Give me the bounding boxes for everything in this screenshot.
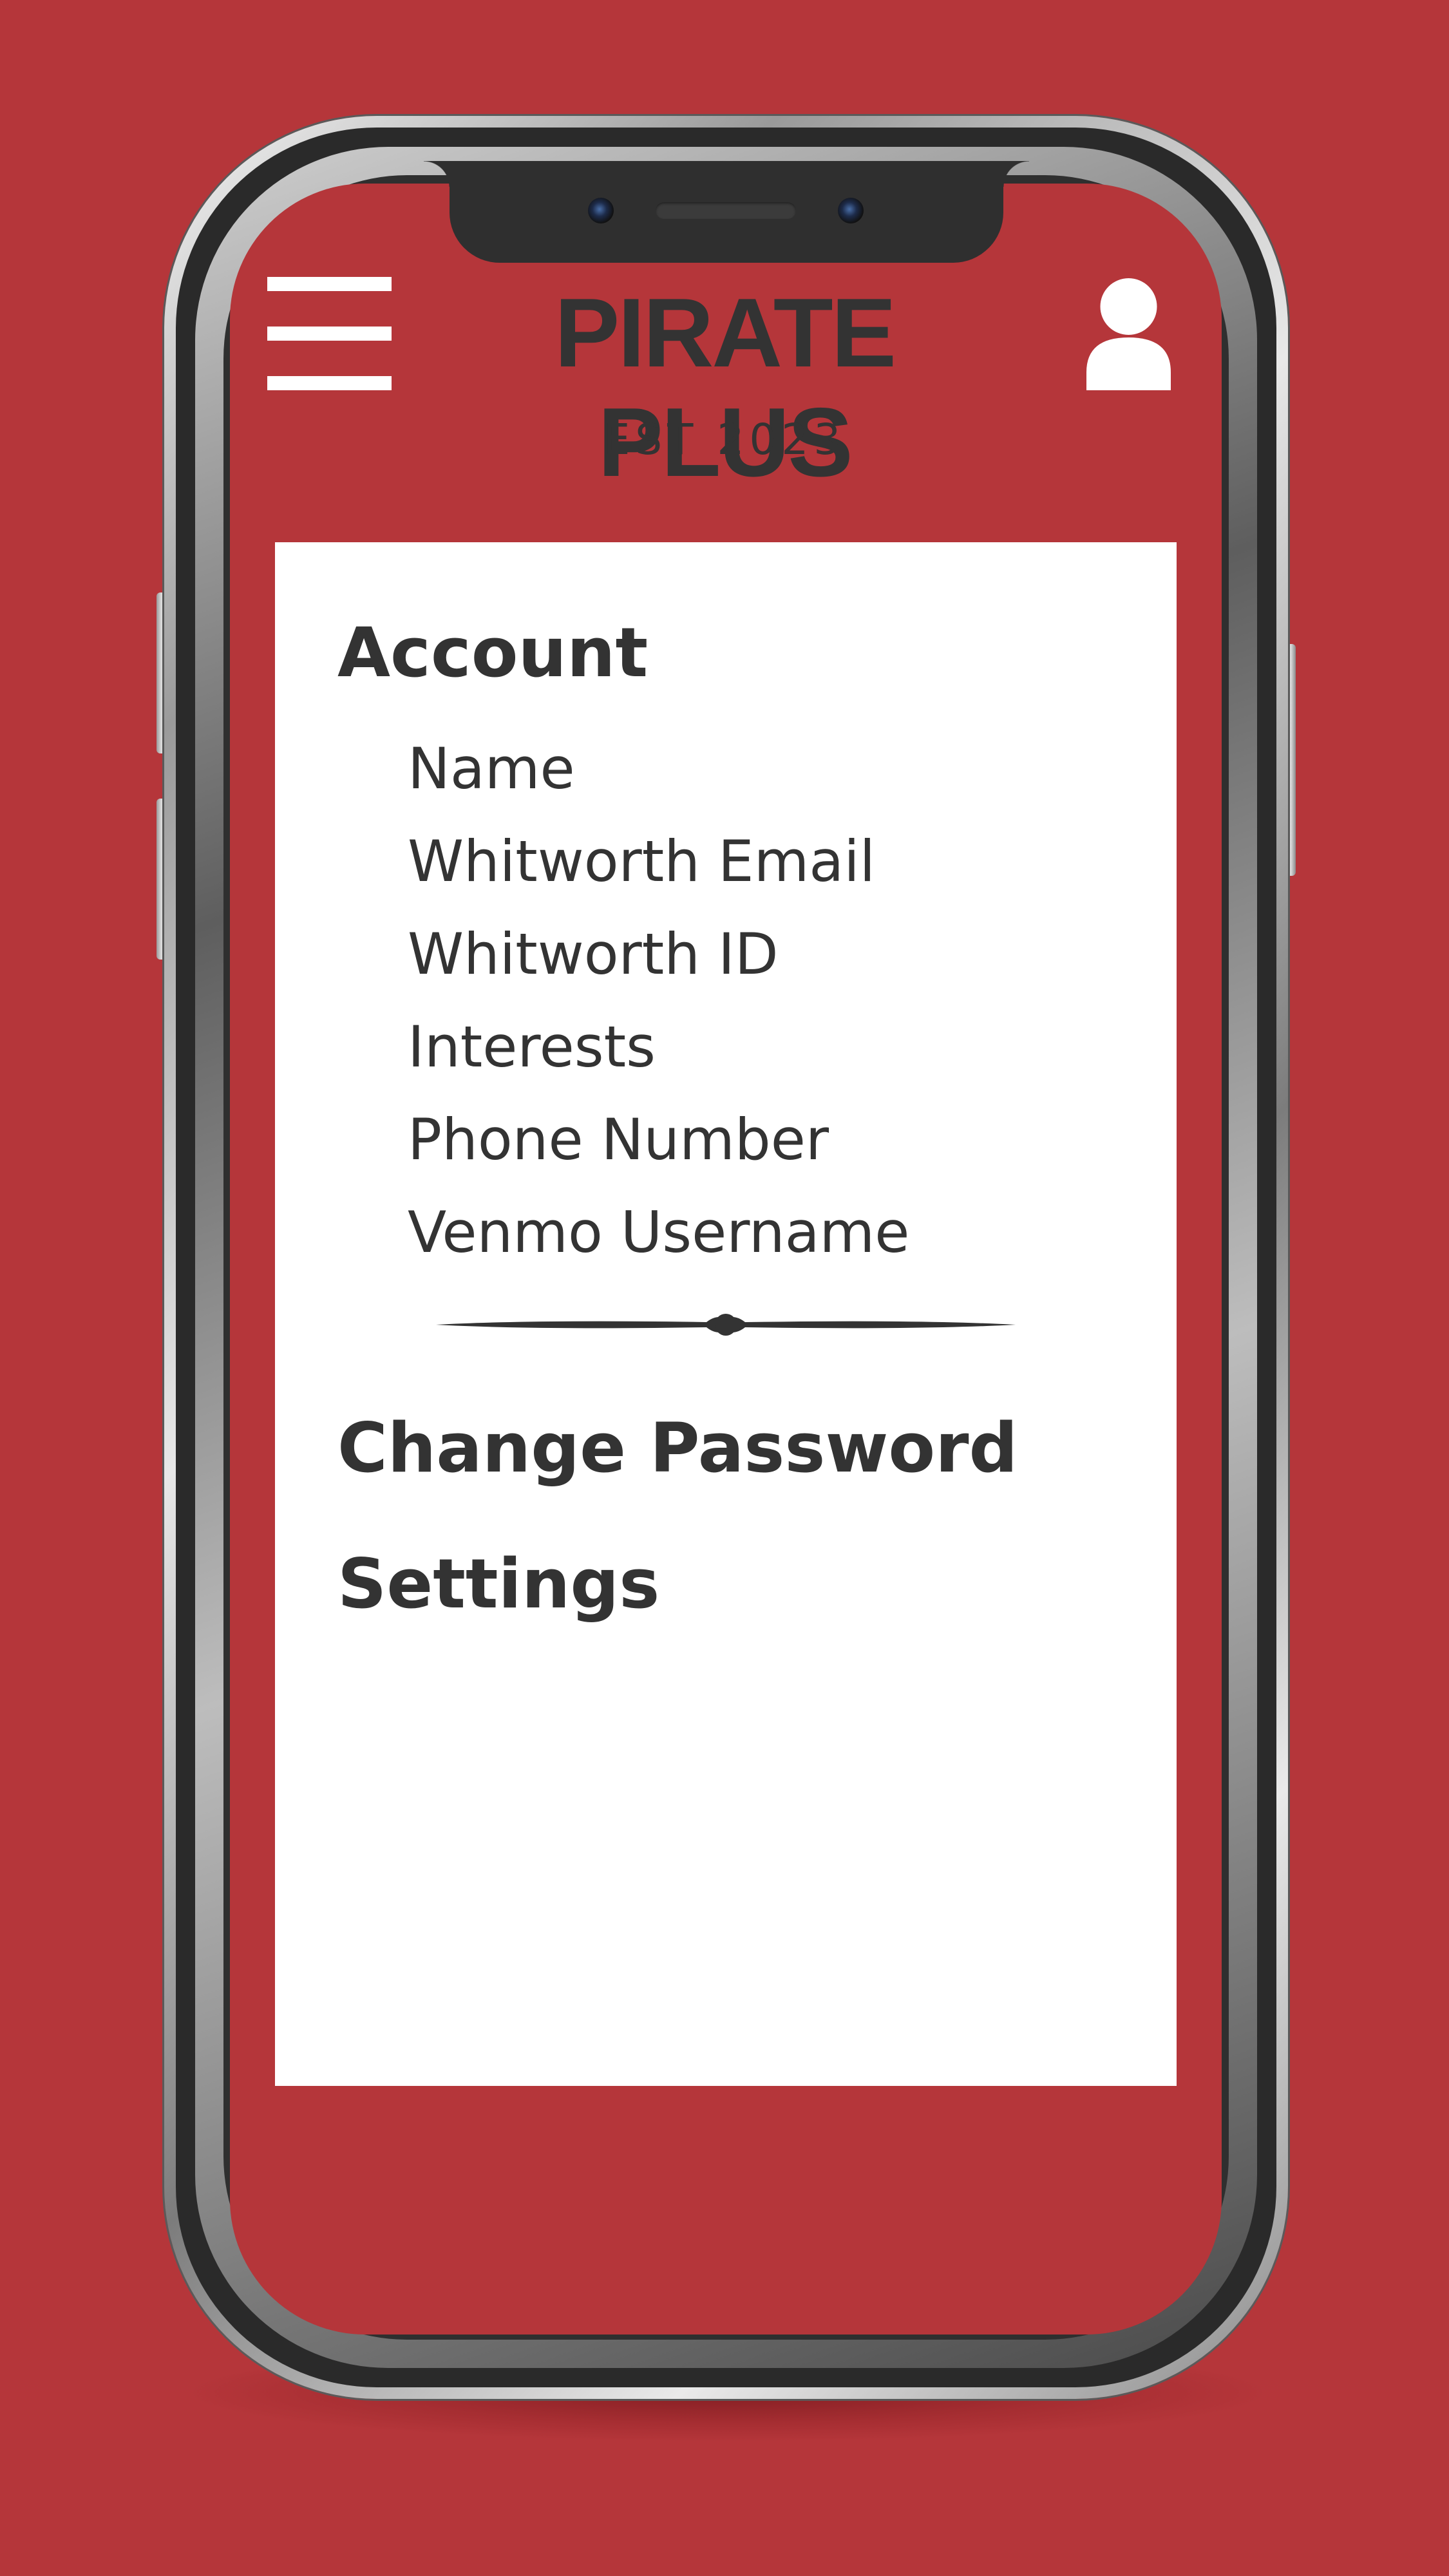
app-subtitle: EST 2023 <box>603 415 846 464</box>
settings-link[interactable]: Settings <box>337 1546 659 1623</box>
app-title: PIRATE PLUS <box>554 278 896 497</box>
earpiece-speaker <box>656 202 796 219</box>
account-item-name[interactable]: Name <box>408 723 909 815</box>
account-item-interests[interactable]: Interests <box>408 1001 909 1094</box>
front-sensor <box>838 198 864 223</box>
phone-notch <box>424 161 1029 263</box>
account-item-whitworth-id[interactable]: Whitworth ID <box>408 908 909 1001</box>
front-camera <box>588 198 614 223</box>
account-list: Name Whitworth Email Whitworth ID Intere… <box>408 723 909 1279</box>
account-item-phone-number[interactable]: Phone Number <box>408 1094 909 1186</box>
change-password-link[interactable]: Change Password <box>337 1410 1018 1487</box>
account-item-venmo-username[interactable]: Venmo Username <box>408 1186 909 1279</box>
user-profile-icon[interactable] <box>1085 276 1172 392</box>
account-heading[interactable]: Account <box>337 614 648 692</box>
hamburger-menu-icon[interactable] <box>267 277 392 390</box>
account-menu-panel: Account Name Whitworth Email Whitworth I… <box>275 542 1177 2086</box>
account-item-whitworth-email[interactable]: Whitworth Email <box>408 815 909 908</box>
ornamental-divider <box>436 1314 1016 1336</box>
